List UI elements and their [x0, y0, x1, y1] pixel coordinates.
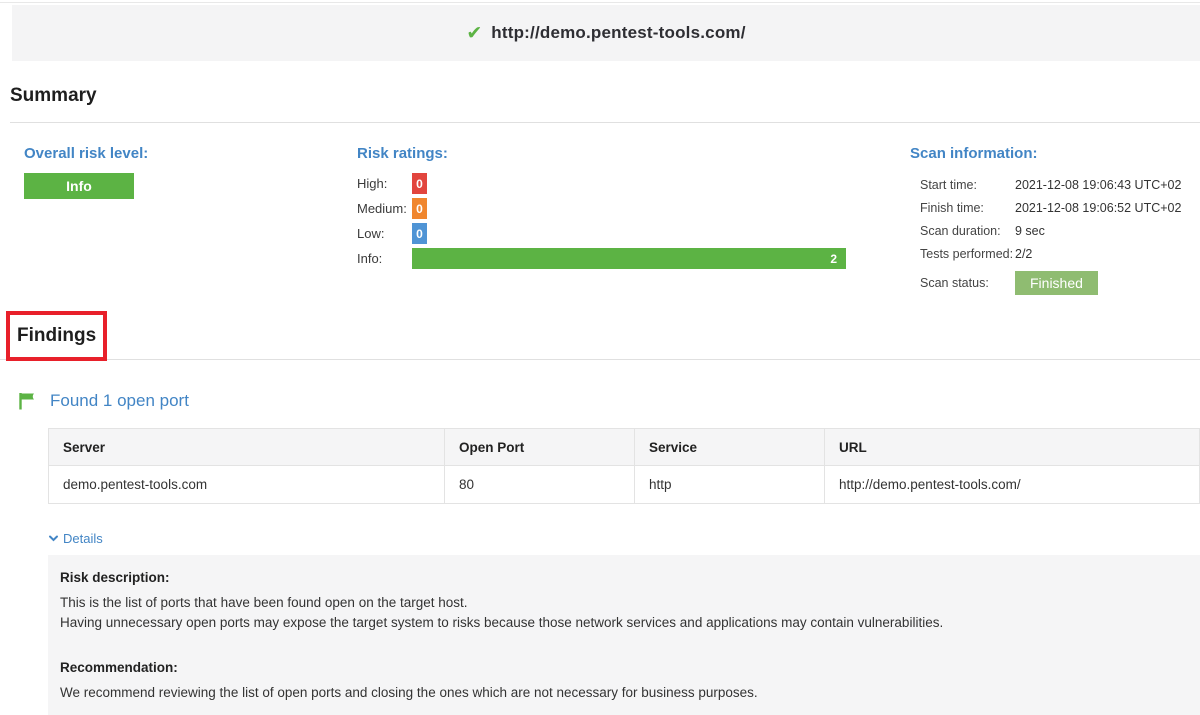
risk-description-heading: Risk description:: [60, 570, 1188, 585]
details-toggle[interactable]: Details: [48, 531, 1200, 546]
findings-title: Findings: [17, 325, 96, 347]
risk-row-high: High: 0: [357, 173, 846, 194]
finding-details-panel: Risk description: This is the list of po…: [48, 555, 1200, 715]
risk-row-label: Medium:: [357, 201, 412, 216]
target-url: http://demo.pentest-tools.com/: [491, 23, 745, 43]
overall-risk-label: Overall risk level:: [24, 145, 148, 162]
check-icon: ✔: [466, 24, 482, 43]
medium-count-bar: 0: [412, 198, 427, 219]
scan-info-key: Finish time:: [920, 201, 1015, 215]
recommendation-heading: Recommendation:: [60, 660, 1188, 675]
summary-columns: Overall risk level: Info Risk ratings: H…: [0, 145, 1200, 297]
summary-section-header: Summary: [10, 85, 1200, 123]
risk-row-label: Low:: [357, 226, 412, 241]
top-divider: [0, 0, 1200, 3]
scan-info-key: Start time:: [920, 178, 1015, 192]
scan-info-row-duration: Scan duration: 9 sec: [920, 219, 1181, 242]
cell-open-port: 80: [445, 466, 635, 504]
column-header-server: Server: [49, 429, 445, 466]
column-header-url: URL: [825, 429, 1200, 466]
low-count-bar: 0: [412, 223, 427, 244]
risk-row-info: Info: 2: [357, 248, 846, 269]
target-header-bar: ✔ http://demo.pentest-tools.com/: [12, 5, 1200, 61]
risk-row-low: Low: 0: [357, 223, 846, 244]
risk-description-line: This is the list of ports that have been…: [60, 593, 1188, 613]
scan-info-key: Scan duration:: [920, 224, 1015, 238]
open-ports-table: Server Open Port Service URL demo.pentes…: [48, 428, 1200, 504]
scan-status-badge: Finished: [1015, 271, 1098, 295]
cell-service: http: [635, 466, 825, 504]
finding-heading-row: Found 1 open port: [18, 391, 1200, 411]
scan-info-row-tests: Tests performed: 2/2: [920, 242, 1181, 265]
recommendation-text: We recommend reviewing the list of open …: [60, 683, 1188, 703]
risk-ratings-column: Risk ratings: High: 0 Medium: 0 Low: 0 I…: [357, 145, 846, 273]
scan-info-value: 2021-12-08 19:06:52 UTC+02: [1015, 201, 1181, 215]
scan-info-value: 2/2: [1015, 247, 1032, 261]
scan-info-row-finish: Finish time: 2021-12-08 19:06:52 UTC+02: [920, 196, 1181, 219]
risk-ratings-label: Risk ratings:: [357, 145, 846, 162]
column-header-service: Service: [635, 429, 825, 466]
scan-info-row-status: Scan status: Finished: [920, 268, 1181, 297]
summary-title: Summary: [10, 85, 1200, 107]
overall-risk-column: Overall risk level: Info: [24, 145, 148, 199]
cell-server: demo.pentest-tools.com: [49, 466, 445, 504]
overall-risk-badge: Info: [24, 173, 134, 199]
scan-info-key: Scan status:: [920, 276, 1015, 290]
high-count-bar: 0: [412, 173, 427, 194]
risk-row-label: Info:: [357, 251, 412, 266]
cell-url: http://demo.pentest-tools.com/: [825, 466, 1200, 504]
finding-title: Found 1 open port: [50, 391, 189, 411]
scan-info-row-start: Start time: 2021-12-08 19:06:43 UTC+02: [920, 173, 1181, 196]
table-header-row: Server Open Port Service URL: [49, 429, 1200, 466]
info-count-bar: 2: [412, 248, 846, 269]
details-label: Details: [63, 531, 103, 546]
scan-info-key: Tests performed:: [920, 247, 1015, 261]
column-header-open-port: Open Port: [445, 429, 635, 466]
scan-info-value: 2021-12-08 19:06:43 UTC+02: [1015, 178, 1181, 192]
annotation-red-box: Findings: [6, 311, 107, 361]
table-row: demo.pentest-tools.com 80 http http://de…: [49, 466, 1200, 504]
scan-info-value: 9 sec: [1015, 224, 1045, 238]
risk-row-label: High:: [357, 176, 412, 191]
scan-info-label: Scan information:: [910, 145, 1181, 162]
chevron-down-icon: [48, 533, 59, 544]
risk-description-line: Having unnecessary open ports may expose…: [60, 613, 1188, 633]
findings-section-header: Findings: [0, 311, 1200, 360]
flag-icon: [18, 392, 35, 410]
risk-row-medium: Medium: 0: [357, 198, 846, 219]
scan-info-column: Scan information: Start time: 2021-12-08…: [910, 145, 1181, 297]
